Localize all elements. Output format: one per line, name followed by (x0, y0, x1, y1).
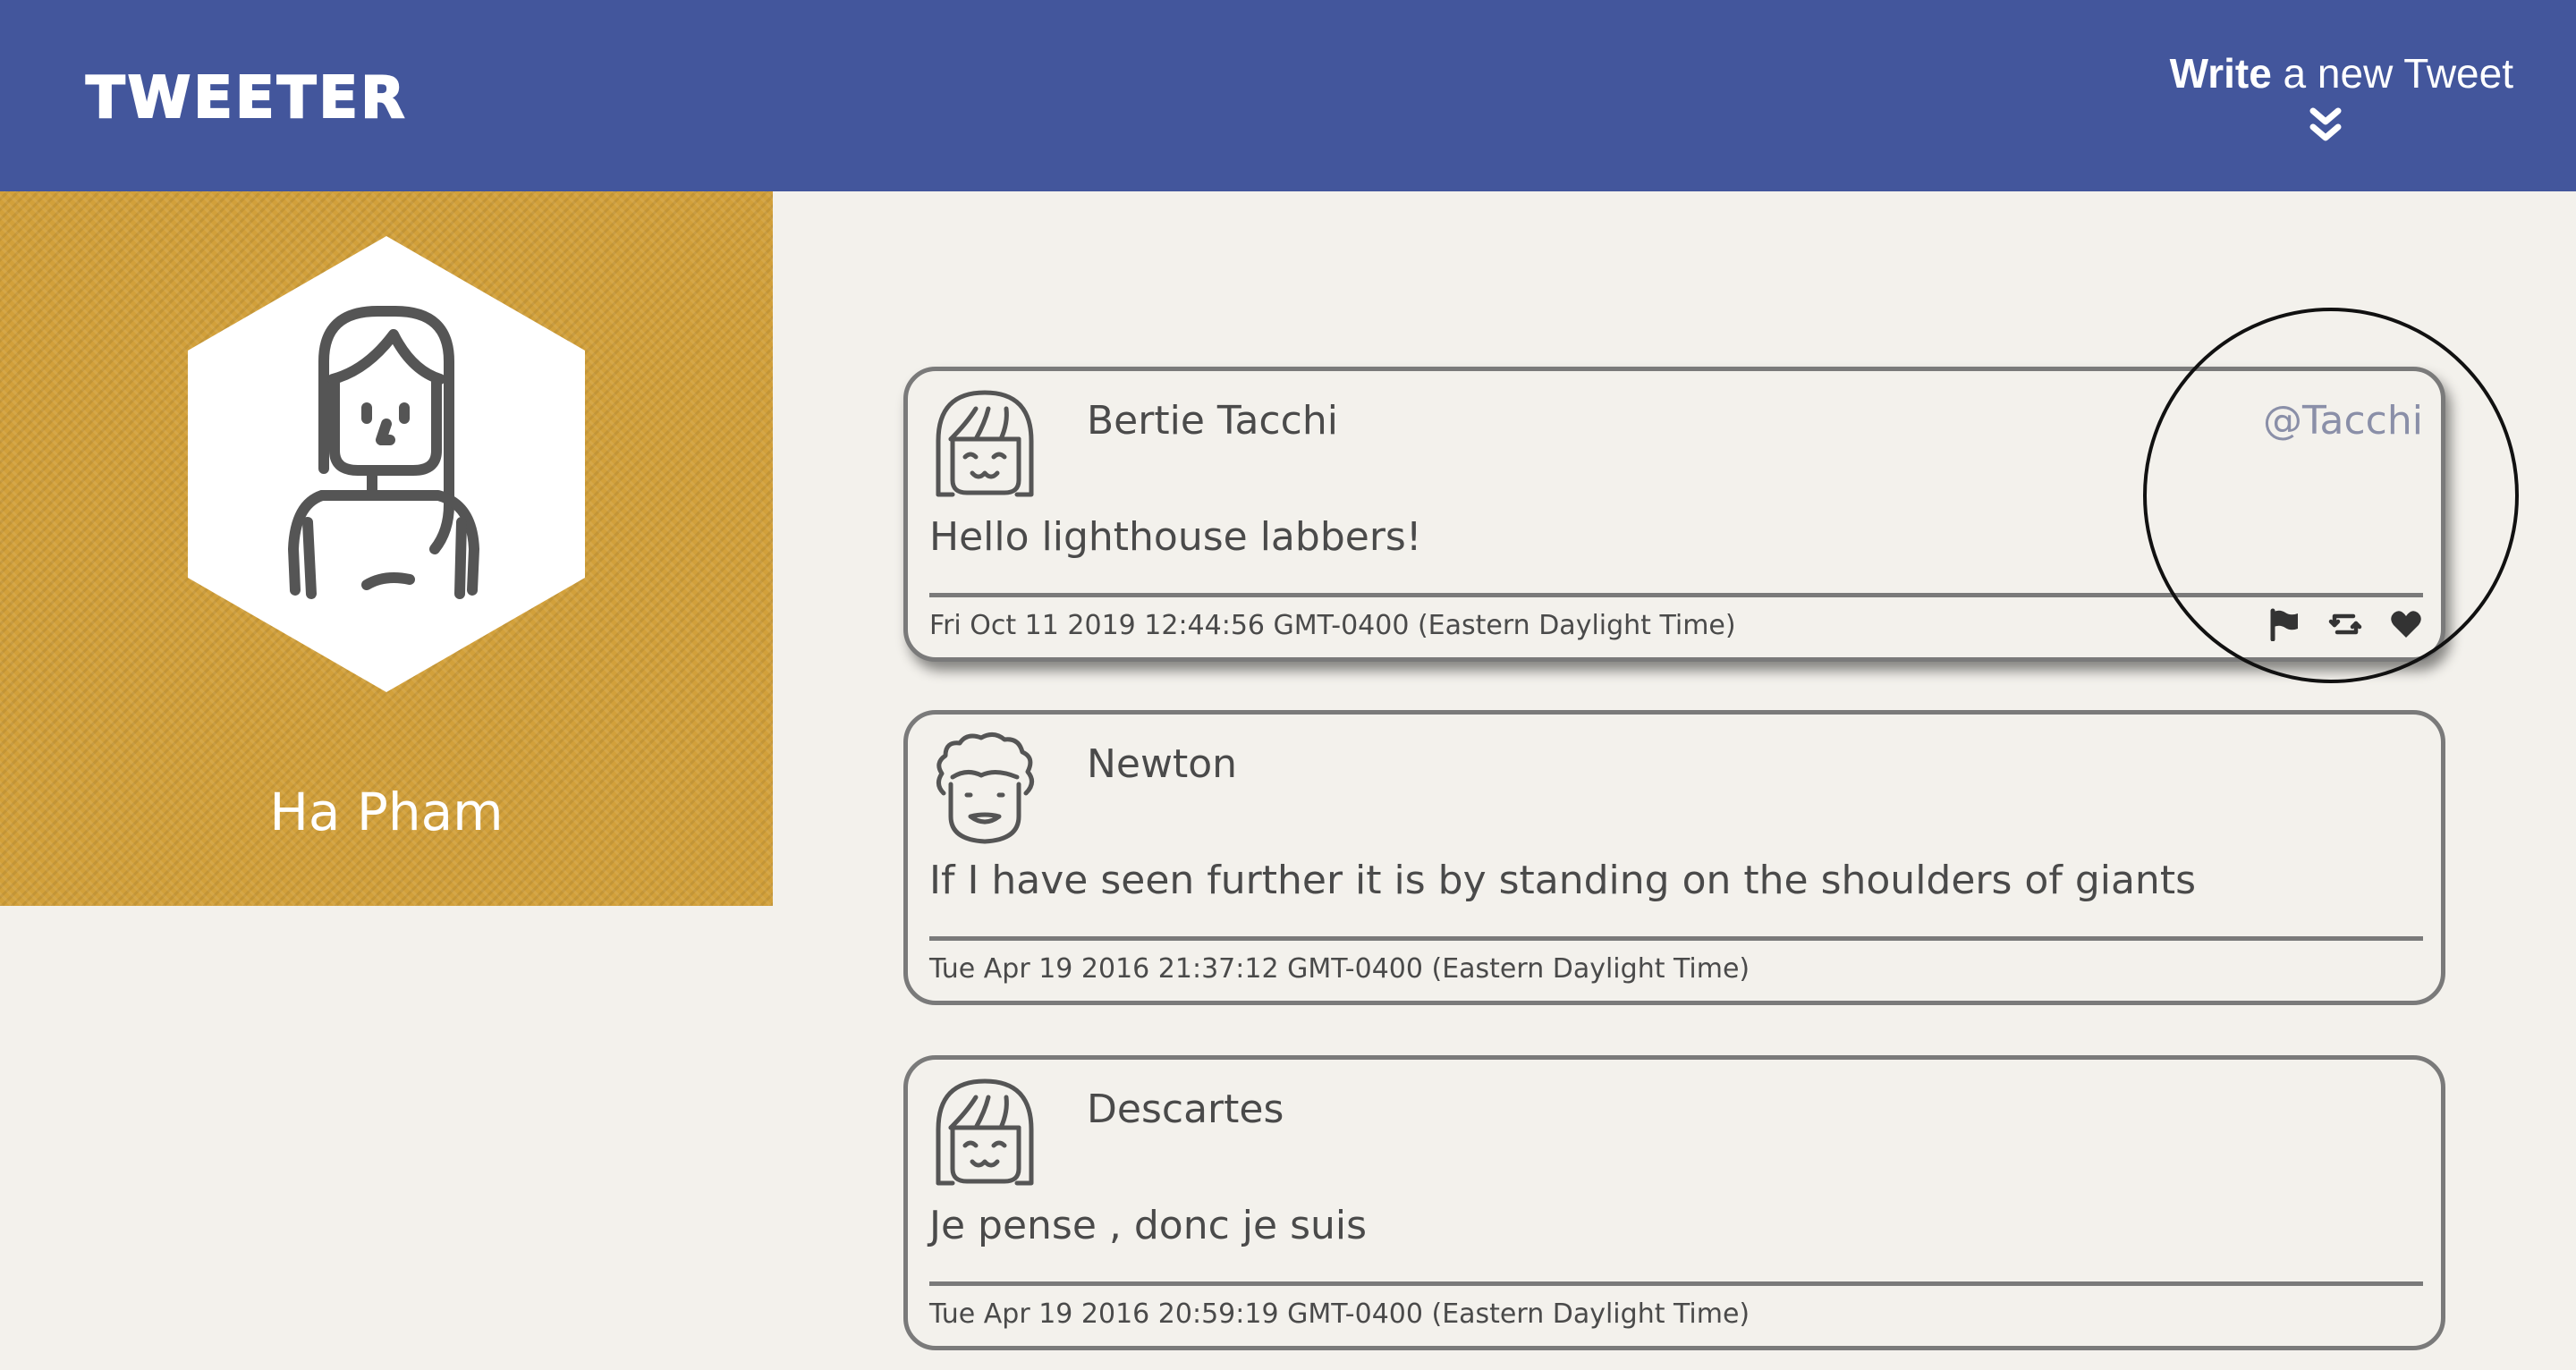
tweet-author-name: Descartes (1087, 1087, 1284, 1132)
write-label-rest: a new Tweet (2271, 50, 2513, 97)
tweet-body: If I have seen further it is by standing… (929, 858, 2196, 903)
girl-bangs-avatar-icon (936, 1078, 1034, 1186)
flag-icon[interactable] (2267, 607, 2301, 641)
tweet-date: Fri Oct 11 2019 12:44:56 GMT-0400 (Easte… (929, 610, 1736, 641)
girl-avatar-icon (188, 236, 585, 692)
tweet-actions (2267, 607, 2423, 641)
tweet-card[interactable]: Descartes Je pense , donc je suis Tue Ap… (903, 1055, 2445, 1350)
tweet-body: Je pense , donc je suis (929, 1203, 1368, 1248)
tweet-date: Tue Apr 19 2016 21:37:12 GMT-0400 (Easte… (929, 953, 1750, 985)
top-nav: TWEETER Write a new Tweet (0, 0, 2576, 191)
tweet-divider (929, 1281, 2423, 1286)
tweet-divider (929, 593, 2423, 597)
tweet-author-name: Bertie Tacchi (1087, 398, 1338, 444)
tweet-author-name: Newton (1087, 741, 1238, 787)
write-label-strong: Write (2169, 50, 2272, 97)
write-new-tweet-label[interactable]: Write a new Tweet (2138, 47, 2513, 100)
user-profile-panel: Ha Pham (0, 191, 773, 906)
tweet-divider (929, 936, 2423, 941)
double-chevron-down-icon[interactable] (2308, 106, 2343, 145)
tweet-body: Hello lighthouse labbers! (929, 514, 1422, 560)
profile-name: Ha Pham (269, 782, 504, 842)
write-new-tweet-toggle[interactable]: Write a new Tweet (2138, 47, 2513, 145)
girl-bangs-avatar-icon (936, 390, 1034, 497)
heart-icon[interactable] (2389, 607, 2423, 641)
curly-hair-avatar-icon (936, 732, 1034, 844)
app-logo[interactable]: TWEETER (85, 69, 407, 128)
tweet-date: Tue Apr 19 2016 20:59:19 GMT-0400 (Easte… (929, 1298, 1750, 1330)
tweet-author-handle: @Tacchi (2262, 398, 2423, 444)
tweet-card[interactable]: Bertie Tacchi @Tacchi Hello lighthouse l… (903, 367, 2445, 662)
retweet-icon[interactable] (2328, 607, 2362, 641)
tweet-card[interactable]: Newton If I have seen further it is by s… (903, 710, 2445, 1005)
